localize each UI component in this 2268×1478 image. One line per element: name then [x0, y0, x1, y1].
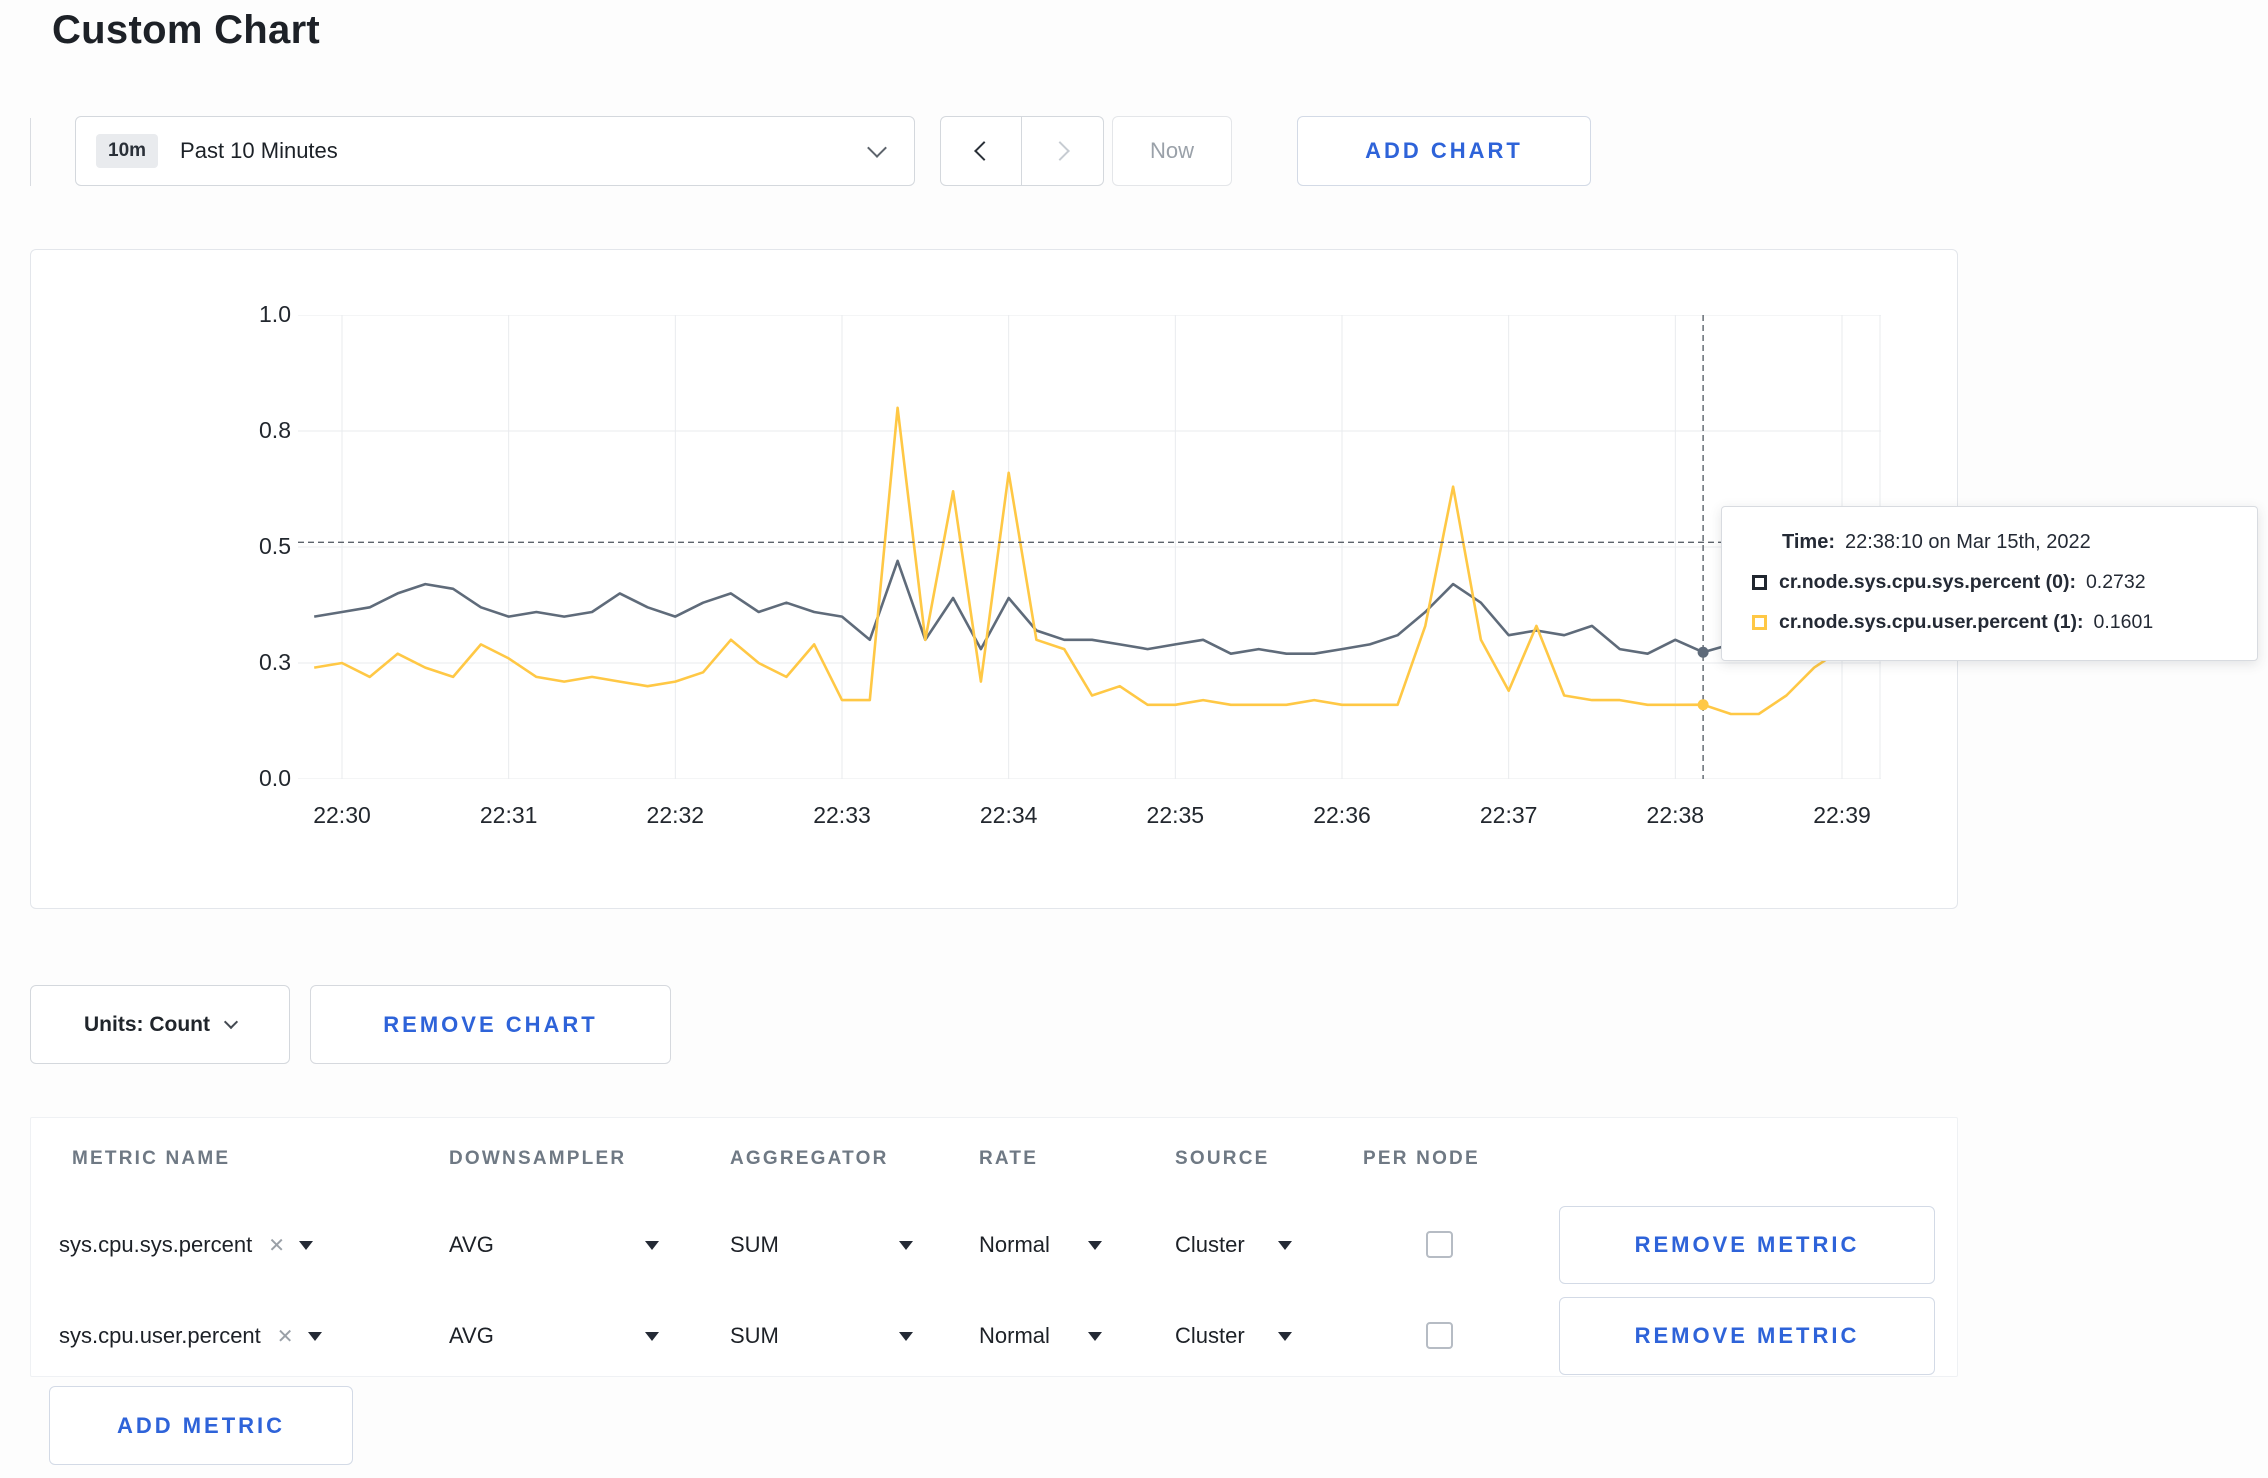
line-chart	[298, 315, 1881, 779]
caret-down-icon	[298, 1240, 313, 1250]
tooltip-series-value: 0.2732	[2085, 571, 2146, 593]
toolbar-divider	[30, 118, 31, 186]
tooltip-series-row: cr.node.sys.cpu.user.percent (1): 0.1601	[1752, 611, 2229, 634]
rate-value: Normal	[979, 1232, 1050, 1257]
metric-name-label: sys.cpu.sys.percent	[59, 1232, 253, 1257]
chevron-down-icon	[867, 138, 887, 160]
remove-chart-button[interactable]: REMOVE CHART	[310, 985, 671, 1064]
column-header-per-node: PER NODE	[1363, 1148, 1480, 1169]
time-range-badge: 10m	[96, 134, 159, 168]
clear-metric-icon[interactable]: ✕	[277, 1324, 294, 1349]
tooltip-time-label: Time:	[1782, 531, 1835, 553]
metric-name-select[interactable]: sys.cpu.sys.percent ✕	[59, 1222, 313, 1268]
units-select[interactable]: Units: Count	[30, 985, 290, 1064]
tooltip-series-value: 0.1601	[2093, 611, 2154, 633]
per-node-checkbox[interactable]	[1426, 1322, 1453, 1349]
chevron-right-icon	[1049, 141, 1070, 161]
remove-metric-button[interactable]: REMOVE METRIC	[1559, 1297, 1935, 1375]
downsampler-select[interactable]: AVG	[449, 1313, 659, 1359]
caret-down-icon	[1088, 1331, 1102, 1341]
x-axis-labels: 22:30 22:31 22:32 22:33 22:34 22:35 22:36 22:37…	[313, 802, 1871, 828]
clear-metric-icon[interactable]: ✕	[268, 1233, 285, 1258]
caret-down-icon	[899, 1240, 913, 1250]
tooltip-series-label: cr.node.sys.cpu.user.percent (1):	[1779, 611, 2084, 633]
rate-select[interactable]: Normal	[979, 1222, 1102, 1268]
aggregator-select[interactable]: SUM	[730, 1222, 913, 1268]
aggregator-value: SUM	[730, 1323, 779, 1348]
tooltip-time-value: 22:38:10 on Mar 15th, 2022	[1844, 531, 2091, 553]
time-range-label: Past 10 Minutes	[180, 138, 338, 163]
page-title: Custom Chart	[52, 8, 321, 52]
add-metric-button[interactable]: ADD METRIC	[49, 1386, 353, 1465]
rate-select[interactable]: Normal	[979, 1313, 1102, 1359]
tooltip-series-label: cr.node.sys.cpu.sys.percent (0):	[1779, 571, 2076, 593]
chevron-down-icon	[223, 1014, 239, 1029]
source-value: Cluster	[1175, 1232, 1245, 1257]
series-legend-square-sys	[1752, 575, 1767, 590]
metric-name-select[interactable]: sys.cpu.user.percent ✕	[59, 1313, 322, 1359]
y-axis-labels: 0.0 0.3 0.5 0.8 1.0	[259, 301, 291, 791]
next-time-button[interactable]	[1022, 116, 1104, 186]
time-nav-group	[940, 116, 1104, 186]
time-range-select[interactable]: 10m Past 10 Minutes	[75, 116, 915, 186]
aggregator-select[interactable]: SUM	[730, 1313, 913, 1359]
downsampler-select[interactable]: AVG	[449, 1222, 659, 1268]
caret-down-icon	[899, 1331, 913, 1341]
column-header-source: SOURCE	[1175, 1148, 1270, 1169]
rate-value: Normal	[979, 1323, 1050, 1348]
caret-down-icon	[1278, 1331, 1292, 1341]
remove-metric-button[interactable]: REMOVE METRIC	[1559, 1206, 1935, 1284]
per-node-checkbox[interactable]	[1426, 1231, 1453, 1258]
column-header-downsampler: DOWNSAMPLER	[449, 1148, 627, 1169]
series-legend-square-user	[1752, 615, 1767, 630]
caret-down-icon	[1278, 1240, 1292, 1250]
caret-down-icon	[645, 1240, 659, 1250]
chart-plot-area[interactable]	[298, 315, 1881, 779]
metrics-table: METRIC NAME DOWNSAMPLER AGGREGATOR RATE …	[30, 1117, 1958, 1377]
units-label: Units: Count	[84, 1012, 210, 1036]
chart-tooltip: Time: 22:38:10 on Mar 15th, 2022 cr.node.…	[1721, 506, 2258, 661]
source-select[interactable]: Cluster	[1175, 1313, 1292, 1359]
chevron-left-icon	[974, 141, 994, 161]
now-button[interactable]: Now	[1112, 116, 1232, 186]
downsampler-value: AVG	[449, 1232, 494, 1257]
caret-down-icon	[307, 1331, 322, 1341]
add-chart-button[interactable]: ADD CHART	[1297, 116, 1591, 186]
tooltip-series-row: cr.node.sys.cpu.sys.percent (0): 0.2732	[1752, 571, 2229, 594]
tooltip-time: Time: 22:38:10 on Mar 15th, 2022	[1782, 531, 2229, 554]
prev-time-button[interactable]	[940, 116, 1022, 186]
source-value: Cluster	[1175, 1323, 1245, 1348]
column-header-rate: RATE	[979, 1148, 1039, 1169]
column-header-metric-name: METRIC NAME	[72, 1148, 231, 1169]
chart-card: 0.0 0.3 0.5 0.8 1.0 22:30 22:31 22:32 22:33 22:3…	[30, 249, 1958, 909]
caret-down-icon	[645, 1331, 659, 1341]
column-header-aggregator: AGGREGATOR	[730, 1148, 889, 1169]
aggregator-value: SUM	[730, 1232, 779, 1257]
source-select[interactable]: Cluster	[1175, 1222, 1292, 1268]
downsampler-value: AVG	[449, 1323, 494, 1348]
caret-down-icon	[1088, 1240, 1102, 1250]
metric-name-label: sys.cpu.user.percent	[59, 1323, 261, 1348]
